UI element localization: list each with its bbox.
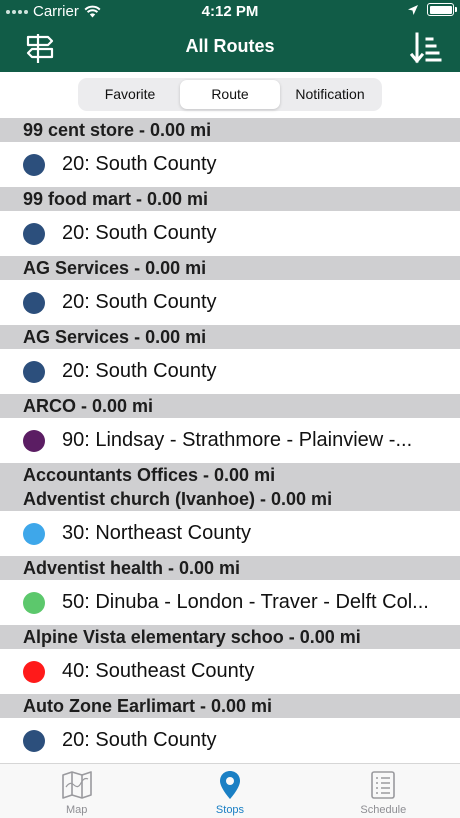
route-color-dot-icon — [23, 153, 45, 176]
stop-group: AG Services - 0.00 mi 20: South County — [0, 325, 460, 394]
battery-icon — [427, 3, 457, 16]
segment-bar: Favorite Route Notification — [0, 72, 460, 118]
route-color-dot-icon — [23, 591, 45, 614]
route-color-dot-icon — [23, 729, 45, 752]
location-arrow-icon — [408, 4, 418, 15]
stop-group: 99 food mart - 0.00 mi 20: South County — [0, 187, 460, 256]
route-label: 20: South County — [62, 360, 217, 382]
route-row[interactable]: 20: South County — [0, 349, 460, 394]
stop-group: Auto Zone Earlimart - 0.00 mi 20: South C… — [0, 694, 460, 763]
route-row[interactable]: 90: Lindsay - Strathmore - Plainview -..… — [0, 418, 460, 463]
stop-section-header: 99 food mart - 0.00 mi — [0, 187, 460, 211]
stop-name-label: Accountants Offices - 0.00 mi — [23, 465, 276, 485]
stop-name-label: Auto Zone Earlimart - 0.00 mi — [23, 696, 273, 716]
tab-map-label: Map — [65, 804, 88, 816]
stop-section-header: Alpine Vista elementary schoo - 0.00 mi — [0, 625, 460, 649]
segment-notification[interactable]: Notification — [280, 80, 380, 109]
stop-group: AG Services - 0.00 mi 20: South County — [0, 256, 460, 325]
stop-group: Alpine Vista elementary schoo - 0.00 mi 4… — [0, 625, 460, 694]
route-color-dot-icon — [23, 660, 45, 683]
top-bar: Carrier 4:12 PM All Routes — [0, 0, 460, 72]
clock: 4:12 PM — [201, 3, 259, 20]
stop-name-label: Alpine Vista elementary schoo - 0.00 mi — [23, 627, 361, 647]
map-icon — [61, 771, 92, 799]
segmented-control: Favorite Route Notification — [78, 78, 382, 111]
route-label: 20: South County — [62, 153, 217, 175]
segment-route[interactable]: Route — [180, 80, 280, 109]
stop-name-label: ARCO - 0.00 mi — [23, 396, 154, 416]
navigation-bar: All Routes — [0, 24, 460, 72]
stop-section-header: Auto Zone Earlimart - 0.00 mi — [0, 694, 460, 718]
route-label: 50: Dinuba - London - Traver - Delft Col… — [62, 591, 429, 613]
route-row[interactable]: 40: Southeast County — [0, 649, 460, 694]
stop-name-label: AG Services - 0.00 mi — [23, 258, 207, 278]
stop-section-header: AG Services - 0.00 mi — [0, 325, 460, 349]
stop-section-header: 99 cent store - 0.00 mi — [0, 118, 460, 142]
page-title: All Routes — [185, 36, 275, 56]
tab-schedule[interactable]: Schedule — [307, 764, 460, 818]
tab-stops[interactable]: Stops — [153, 764, 306, 818]
stop-group: Adventist health - 0.00 mi 50: Dinuba - L… — [0, 556, 460, 625]
stop-name-label: AG Services - 0.00 mi — [23, 327, 207, 347]
route-row[interactable]: 20: South County — [0, 280, 460, 325]
route-color-dot-icon — [23, 360, 45, 383]
sort-icon[interactable] — [410, 31, 442, 65]
route-label: 90: Lindsay - Strathmore - Plainview -..… — [62, 429, 413, 451]
segment-favorite[interactable]: Favorite — [80, 80, 180, 109]
route-row[interactable]: 20: South County — [0, 718, 460, 763]
stop-name-label: Adventist church (Ivanhoe) - 0.00 mi — [23, 489, 333, 509]
stop-group: Accountants Offices - 0.00 mi Adventist c… — [0, 463, 460, 556]
stops-route-list[interactable]: 99 cent store - 0.00 mi 20: South County 9… — [0, 118, 460, 763]
location-pin-icon — [219, 771, 240, 799]
route-label: 20: South County — [62, 729, 217, 751]
route-color-dot-icon — [23, 222, 45, 245]
status-bar: Carrier 4:12 PM — [0, 0, 460, 24]
route-color-dot-icon — [23, 522, 45, 545]
stop-group: ARCO - 0.00 mi 90: Lindsay - Strathmore -… — [0, 394, 460, 463]
stop-group: 99 cent store - 0.00 mi 20: South County — [0, 118, 460, 187]
route-row[interactable]: 20: South County — [0, 142, 460, 187]
route-label: 20: South County — [62, 291, 217, 313]
route-row[interactable]: 20: South County — [0, 211, 460, 256]
stop-name-label: Adventist health - 0.00 mi — [23, 558, 241, 578]
route-label: 40: Southeast County — [62, 660, 255, 682]
stop-section-header: Accountants Offices - 0.00 mi Adventist c… — [0, 463, 460, 511]
route-label: 30: Northeast County — [62, 522, 251, 544]
tab-bar: Map Stops Schedule — [0, 763, 460, 818]
stop-name-label: 99 food mart - 0.00 mi — [23, 189, 209, 209]
route-row[interactable]: 30: Northeast County — [0, 511, 460, 556]
route-row[interactable]: 50: Dinuba - London - Traver - Delft Col… — [0, 580, 460, 625]
stop-section-header: ARCO - 0.00 mi — [0, 394, 460, 418]
stop-name-label: 99 cent store - 0.00 mi — [23, 120, 212, 140]
route-color-dot-icon — [23, 429, 45, 452]
tab-schedule-label: Schedule — [360, 804, 407, 816]
route-label: 20: South County — [62, 222, 217, 244]
tab-stops-label: Stops — [215, 804, 245, 816]
schedule-list-icon — [371, 771, 396, 799]
tab-map[interactable]: Map — [0, 764, 153, 818]
stop-section-header: Adventist health - 0.00 mi — [0, 556, 460, 580]
stop-section-header: AG Services - 0.00 mi — [0, 256, 460, 280]
route-color-dot-icon — [23, 291, 45, 314]
